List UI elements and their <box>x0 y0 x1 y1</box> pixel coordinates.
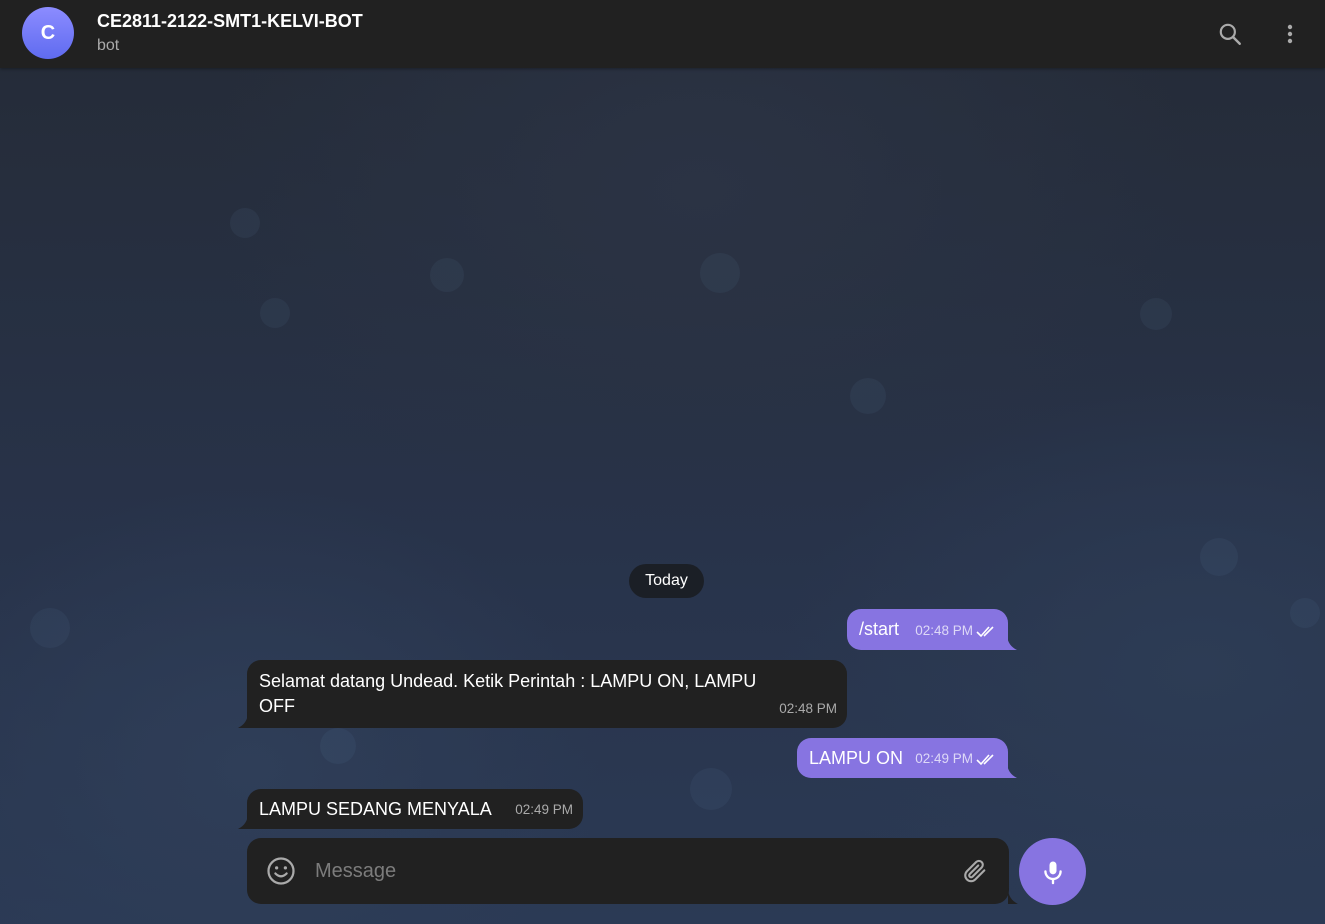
message-meta: 02:49 PM <box>515 797 573 822</box>
message-input[interactable] <box>315 856 935 886</box>
message-text: LAMPU ON <box>809 748 904 768</box>
microphone-icon <box>1043 861 1062 884</box>
composer-tail <box>1008 888 1018 904</box>
chat-subtitle: bot <box>97 37 120 54</box>
message-time: 02:49 PM <box>915 751 973 766</box>
message-bubble-incoming[interactable]: Selamat datang Undead. Ketik Perintah : … <box>238 660 847 728</box>
message-time: 02:49 PM <box>515 802 573 817</box>
chat-title[interactable]: CE2811-2122-SMT1-KELVI-BOT <box>97 11 363 32</box>
message-bubble-outgoing[interactable]: LAMPU ON 02:49 PM <box>797 738 1017 778</box>
bubble-tail <box>1007 762 1017 778</box>
message-text-line2: OFF <box>259 696 295 716</box>
attach-button[interactable] <box>957 853 993 889</box>
emoji-button[interactable] <box>261 853 301 889</box>
chat-background <box>0 68 1325 924</box>
message-composer <box>247 838 1018 904</box>
message-text-line1: Selamat datang Undead. Ketik Perintah : … <box>259 671 757 691</box>
more-vertical-icon <box>1287 24 1293 44</box>
message-bubble-outgoing[interactable]: /start 02:48 PM <box>847 609 1017 650</box>
double-check-icon <box>976 753 994 765</box>
paperclip-icon <box>964 859 986 883</box>
message-text: /start <box>859 619 900 639</box>
message-meta: 02:48 PM <box>915 618 998 643</box>
message-meta: 02:48 PM <box>779 696 837 721</box>
more-options-button[interactable] <box>1270 14 1310 54</box>
message-time: 02:48 PM <box>779 701 837 716</box>
double-check-icon <box>976 625 994 637</box>
message-meta: 02:49 PM <box>915 746 998 771</box>
avatar[interactable]: C <box>22 7 74 59</box>
smile-icon <box>267 857 295 885</box>
search-icon <box>1219 23 1241 45</box>
date-separator: Today <box>629 564 704 598</box>
message-time: 02:48 PM <box>915 623 973 638</box>
message-bubble-incoming[interactable]: LAMPU SEDANG MENYALA 02:49 PM <box>238 789 583 829</box>
record-voice-button[interactable] <box>1019 838 1086 905</box>
message-text: LAMPU SEDANG MENYALA <box>259 799 492 819</box>
bubble-tail <box>238 813 248 829</box>
search-button[interactable] <box>1210 14 1250 54</box>
chat-header: C CE2811-2122-SMT1-KELVI-BOT bot <box>0 0 1325 68</box>
bubble-tail <box>238 712 248 728</box>
bubble-tail <box>1007 634 1017 650</box>
